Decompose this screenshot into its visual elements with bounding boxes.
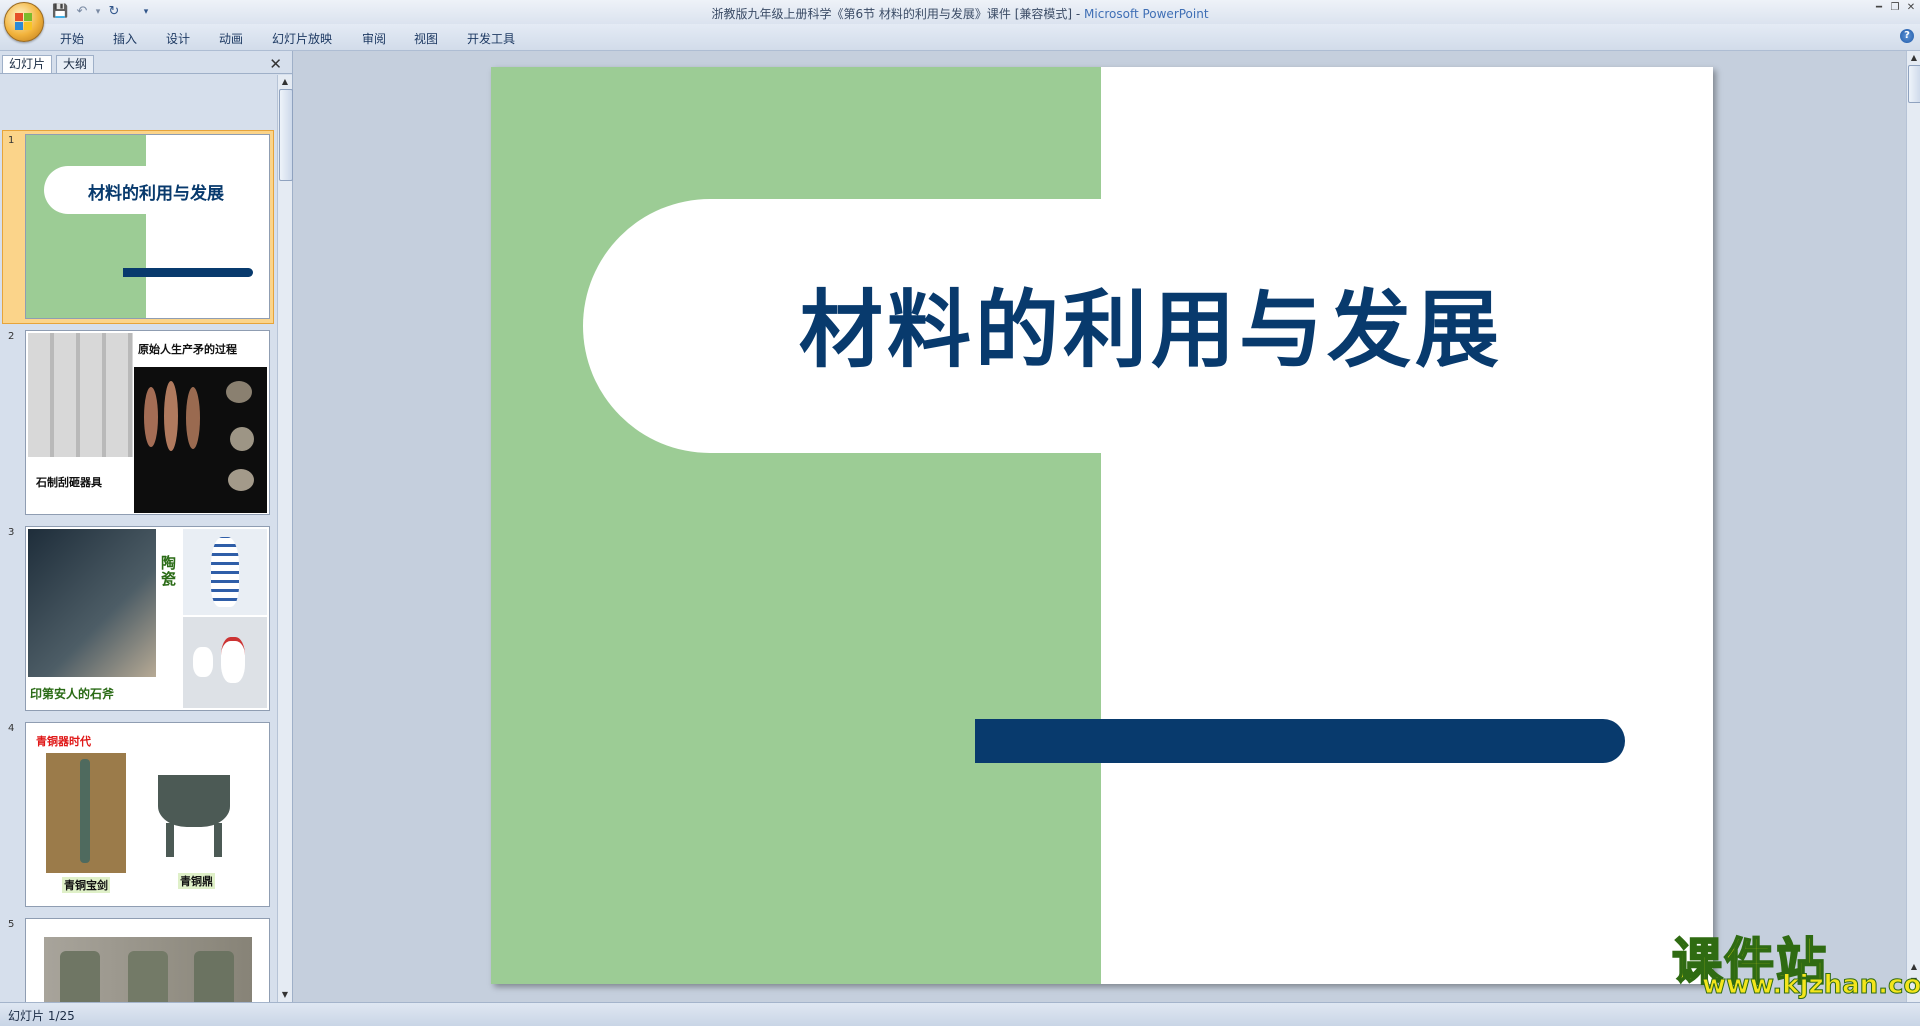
status-bar: 幻灯片 1/25	[0, 1002, 1920, 1026]
help-icon[interactable]: ?	[1900, 29, 1914, 43]
thumbnails-scrollbar[interactable]: ▲ ▼	[277, 75, 293, 1002]
slide-number: 1	[8, 135, 15, 146]
slide-thumbnail-3[interactable]: 陶瓷 印第安人的石斧	[25, 526, 270, 711]
spear-drawings-image	[28, 333, 133, 457]
restore-icon[interactable]: ❐	[1888, 2, 1902, 14]
scroll-down-icon[interactable]: ▼	[278, 988, 292, 1002]
porcelain-vase-image	[183, 529, 267, 615]
slide-indicator: 幻灯片 1/25	[8, 1009, 75, 1023]
bronze-bells-image	[44, 937, 252, 1002]
tab-review[interactable]: 审阅	[362, 30, 386, 47]
slide-editing-area: 材料的利用与发展	[293, 51, 1906, 1002]
slide-thumbnail-2[interactable]: 原始人生产矛的过程 石制刮砸器具	[25, 330, 270, 515]
slide-number: 2	[8, 331, 15, 342]
tab-insert[interactable]: 插入	[113, 30, 137, 47]
slide-number: 4	[8, 723, 15, 734]
tab-slides[interactable]: 幻灯片	[2, 55, 53, 73]
thumb-bar	[123, 268, 253, 277]
slide-number: 3	[8, 527, 15, 538]
ribbon-tabs: 开始 插入 设计 动画 幻灯片放映 审阅 视图 开发工具 ?	[0, 24, 1920, 51]
watermark-logo: 课件站 www.kjzhan.com	[1668, 922, 1920, 1002]
thumb-green-panel	[26, 135, 146, 318]
thumb-title: 材料的利用与发展	[88, 184, 224, 204]
window-title: 浙教版九年级上册科学《第6节 材料的利用与发展》课件 [兼容模式] - Micr…	[0, 5, 1920, 22]
title-bar: 💾 ↶ ▾ ↻ ▾ 浙教版九年级上册科学《第6节 材料的利用与发展》课件 [兼容…	[0, 0, 1920, 42]
application-name: Microsoft PowerPoint	[1084, 7, 1209, 21]
tab-developer[interactable]: 开发工具	[467, 30, 515, 47]
slide-number: 5	[8, 919, 15, 930]
slide4-label-sword: 青铜宝剑	[62, 877, 110, 893]
tab-view[interactable]: 视图	[414, 30, 438, 47]
office-logo-icon	[15, 13, 33, 31]
slide2-label-tools: 石制刮砸器具	[36, 476, 102, 489]
tab-design[interactable]: 设计	[166, 30, 190, 47]
slide-title[interactable]: 材料的利用与发展	[691, 263, 1611, 384]
slide-thumbnail-4[interactable]: 青铜器时代 青铜宝剑 青铜鼎	[25, 722, 270, 907]
slide-accent-bar	[975, 719, 1625, 763]
tab-outline[interactable]: 大纲	[56, 55, 95, 73]
tea-set-image	[183, 617, 267, 708]
slides-pane: 幻灯片 大纲 ✕ 1 材料的利用与发展 2 原始人生产矛的过程 石制刮砸器具 3…	[0, 51, 293, 1002]
close-icon[interactable]: ✕	[1904, 2, 1918, 14]
current-slide[interactable]: 材料的利用与发展	[491, 67, 1713, 984]
scroll-up-icon[interactable]: ▲	[278, 75, 292, 89]
document-title: 浙教版九年级上册科学《第6节 材料的利用与发展》课件 [兼容模式] -	[711, 7, 1085, 21]
scroll-up-icon[interactable]: ▲	[1907, 51, 1920, 65]
watermark-url: www.kjzhan.com	[1701, 970, 1920, 1001]
slide2-label-spear: 原始人生产矛的过程	[138, 343, 237, 356]
bronze-ding-image	[148, 753, 240, 869]
slide4-label-ding: 青铜鼎	[178, 873, 215, 889]
office-button[interactable]	[4, 2, 44, 42]
tab-slide-show[interactable]: 幻灯片放映	[272, 30, 332, 47]
bronze-sword-image	[46, 753, 126, 873]
scrollbar-thumb[interactable]	[1908, 65, 1920, 103]
close-pane-icon[interactable]: ✕	[269, 55, 282, 73]
tab-animations[interactable]: 动画	[219, 30, 243, 47]
scrollbar-thumb[interactable]	[279, 89, 293, 181]
stone-axe-image	[28, 529, 156, 677]
slide4-heading: 青铜器时代	[36, 735, 91, 748]
slide3-label-axe: 印第安人的石斧	[30, 687, 115, 701]
stone-tools-image	[134, 367, 267, 513]
minimize-icon[interactable]: ━	[1872, 2, 1886, 14]
pane-tabs: 幻灯片 大纲 ✕	[0, 53, 292, 74]
slide-thumbnail-5[interactable]	[25, 918, 270, 1002]
slide-thumbnails: 1 材料的利用与发展 2 原始人生产矛的过程 石制刮砸器具 3 陶瓷 印第安人的…	[0, 75, 276, 1002]
tab-home[interactable]: 开始	[60, 30, 84, 47]
main-vertical-scrollbar[interactable]: ▲ ▲ ▼	[1906, 51, 1920, 1002]
slide-thumbnail-1[interactable]: 材料的利用与发展	[25, 134, 270, 319]
slide3-label-ceramics: 陶瓷	[161, 554, 177, 588]
